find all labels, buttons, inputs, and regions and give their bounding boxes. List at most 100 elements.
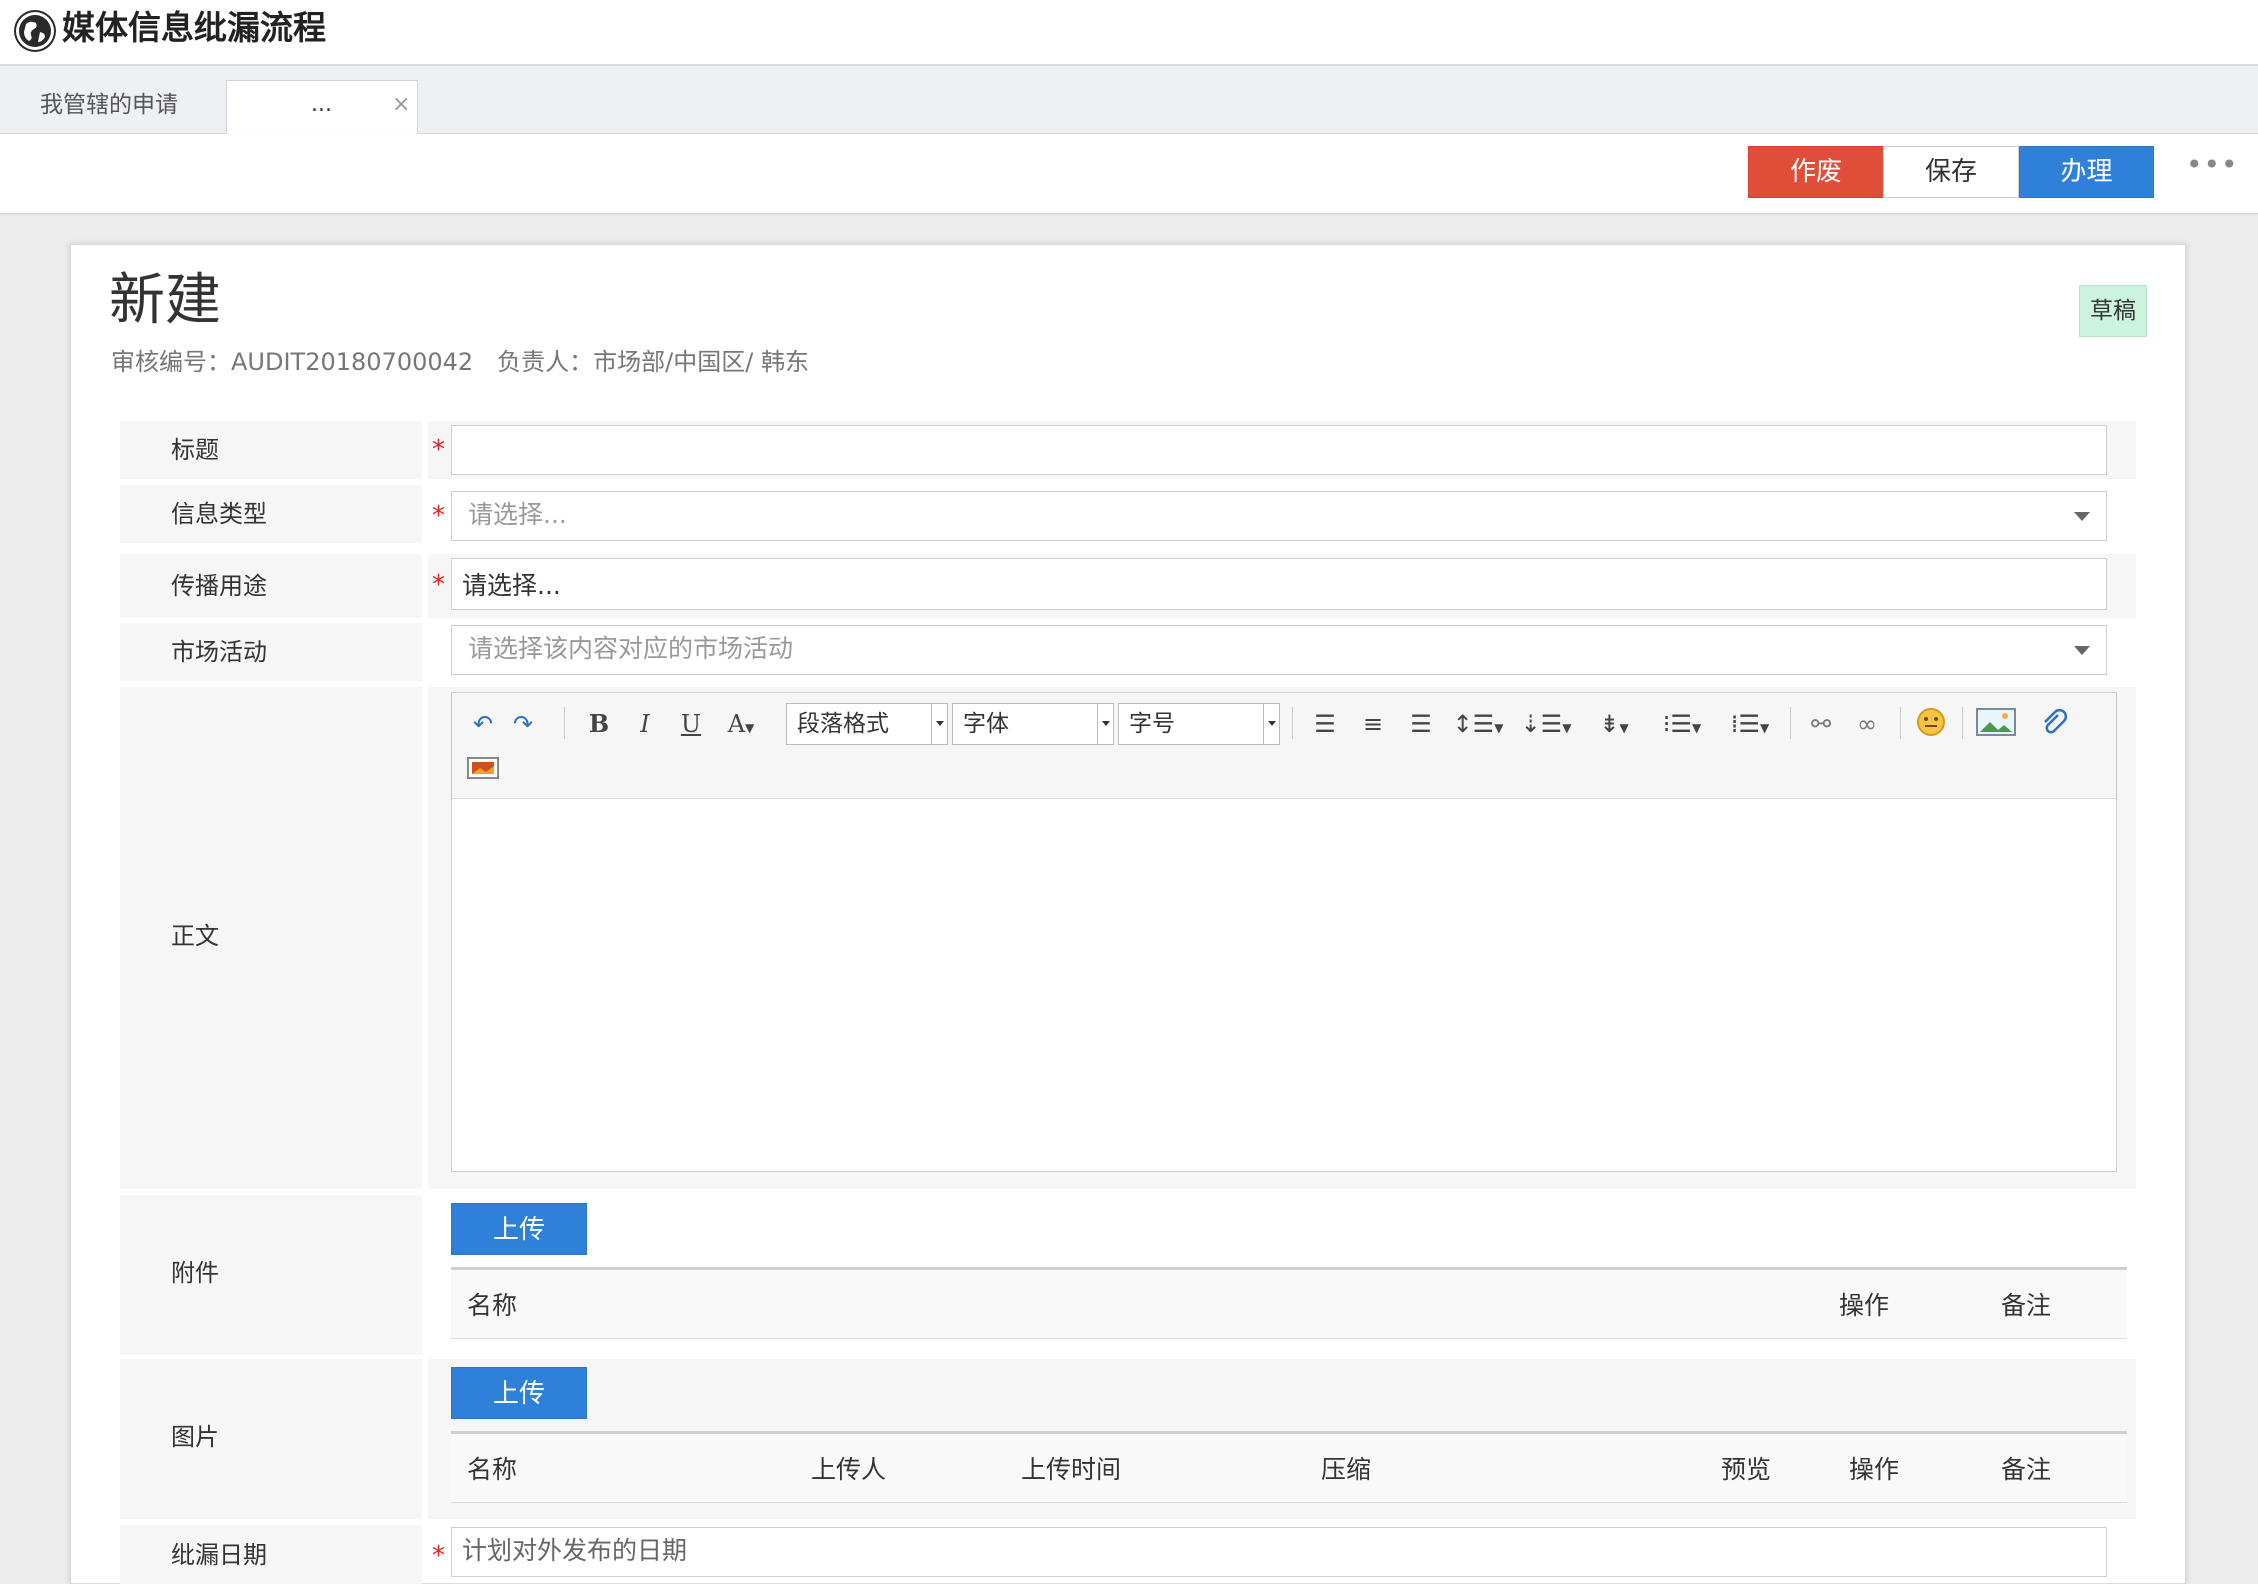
attachment-label: 附件	[171, 1259, 219, 1287]
column-header: 操作	[1849, 1455, 1900, 1484]
attachment-upload-button[interactable]: 上传	[451, 1203, 587, 1255]
align-right-icon[interactable]: ☰	[1404, 707, 1438, 741]
save-button[interactable]: 保存	[1883, 146, 2019, 198]
emoji-icon[interactable]	[1914, 707, 1948, 741]
required-mark: *	[432, 501, 445, 531]
required-mark: *	[432, 435, 445, 465]
ordered-list-icon[interactable]: ⁝☰▼	[1656, 707, 1708, 741]
title-label-cell: 标题	[120, 421, 422, 479]
date-placeholder: 计划对外发布的日期	[462, 1536, 688, 1565]
column-header: 压缩	[1321, 1455, 1372, 1484]
column-header: 上传时间	[1021, 1455, 1122, 1484]
paragraph-spacing-icon[interactable]: ⇟▼	[1588, 707, 1640, 741]
date-label: 纰漏日期	[171, 1541, 267, 1569]
unlink-icon[interactable]: ⚯	[1804, 707, 1838, 741]
indent-icon[interactable]: ⇣☰▼	[1520, 707, 1572, 741]
toolbar-divider	[564, 707, 565, 739]
image-table-header: 名称 上传人 上传时间 压缩 预览 操作 备注	[451, 1431, 2127, 1503]
globe-logo-icon	[14, 10, 56, 52]
font-label: 字体	[963, 711, 1009, 737]
info-type-label-cell: 信息类型	[120, 485, 422, 543]
rich-text-editor: ↶ ↷ B I U A▼ 段落格式 字体 字号 ☰ ≡ ☰ ↕☰▼ ⇣☰▼ ⇟▼…	[451, 692, 2117, 1172]
page-title: 新建	[109, 268, 221, 333]
purpose-label: 传播用途	[171, 572, 267, 600]
void-button[interactable]: 作废	[1748, 146, 1884, 198]
underline-icon[interactable]: U	[674, 707, 708, 741]
tab-bar: 我管辖的申请 ... ×	[0, 66, 2258, 135]
image-upload-button[interactable]: 上传	[451, 1367, 587, 1419]
info-type-placeholder: 请选择...	[468, 500, 567, 529]
title-label: 标题	[171, 436, 219, 464]
info-type-select[interactable]: 请选择...	[451, 491, 2107, 541]
font-color-icon[interactable]: A▼	[718, 707, 764, 741]
paragraph-format-label: 段落格式	[797, 711, 889, 737]
date-input[interactable]: 计划对外发布的日期	[451, 1527, 2107, 1577]
audit-number: 审核编号：AUDIT20180700042	[111, 348, 474, 376]
toolbar-divider	[1900, 707, 1901, 739]
redo-icon[interactable]: ↷	[506, 707, 540, 741]
attachment-table-header: 名称 操作 备注	[451, 1267, 2127, 1339]
purpose-label-cell: 传播用途	[120, 554, 422, 618]
italic-icon[interactable]: I	[628, 707, 662, 741]
align-center-icon[interactable]: ≡	[1356, 707, 1390, 741]
undo-icon[interactable]: ↶	[466, 707, 500, 741]
close-icon[interactable]: ×	[392, 85, 410, 125]
dropdown-arrow-icon	[1263, 704, 1279, 744]
column-header: 名称	[467, 1291, 518, 1320]
more-icon[interactable]: •••	[2186, 150, 2238, 194]
tab-my-applications[interactable]: 我管辖的申请	[0, 76, 226, 134]
attachment-label-cell: 附件	[120, 1195, 422, 1355]
font-select[interactable]: 字体	[952, 703, 1114, 745]
app-title: 媒体信息纰漏流程	[62, 8, 326, 47]
column-header: 上传人	[811, 1455, 887, 1484]
body-label-cell: 正文	[120, 687, 422, 1189]
image-label: 图片	[171, 1423, 219, 1451]
body-label: 正文	[171, 922, 219, 950]
image-icon[interactable]	[1974, 707, 2018, 741]
campaign-select[interactable]: 请选择该内容对应的市场活动	[451, 625, 2107, 675]
paragraph-format-select[interactable]: 段落格式	[786, 703, 948, 745]
owner: 负责人：市场部/中国区/ 韩东	[497, 348, 809, 376]
attachment-icon[interactable]	[2036, 707, 2070, 741]
column-header: 备注	[2001, 1291, 2052, 1320]
image-label-cell: 图片	[120, 1359, 422, 1519]
campaign-placeholder: 请选择该内容对应的市场活动	[468, 634, 794, 663]
chevron-down-icon	[2074, 646, 2090, 655]
toolbar-divider	[1292, 707, 1293, 739]
date-label-cell: 纰漏日期	[120, 1525, 422, 1584]
toolbar-divider	[1790, 707, 1791, 739]
title-input[interactable]	[451, 425, 2107, 475]
campaign-label-cell: 市场活动	[120, 623, 422, 681]
line-height-icon[interactable]: ↕☰▼	[1452, 707, 1504, 741]
required-mark: *	[432, 570, 445, 600]
video-icon[interactable]	[466, 755, 500, 789]
chevron-down-icon	[2074, 512, 2090, 521]
tab-current-label: ...	[311, 92, 332, 117]
doc-meta: 审核编号：AUDIT20180700042 负责人：市场部/中国区/ 韩东	[111, 345, 833, 379]
editor-content-area[interactable]	[452, 799, 2116, 1171]
tab-current[interactable]: ... ×	[226, 80, 418, 135]
font-size-label: 字号	[1129, 711, 1175, 737]
required-mark: *	[432, 1541, 445, 1571]
handle-button[interactable]: 办理	[2019, 146, 2154, 198]
purpose-placeholder: 请选择...	[462, 571, 561, 600]
info-type-label: 信息类型	[171, 500, 267, 528]
app-header: 媒体信息纰漏流程	[0, 0, 2258, 66]
column-header: 名称	[467, 1455, 518, 1484]
column-header: 备注	[2001, 1455, 2052, 1484]
bold-icon[interactable]: B	[582, 707, 616, 741]
dropdown-arrow-icon	[931, 704, 947, 744]
status-badge: 草稿	[2079, 285, 2147, 337]
align-left-icon[interactable]: ☰	[1308, 707, 1342, 741]
action-bar: 作废 保存 办理 •••	[0, 134, 2258, 214]
font-size-select[interactable]: 字号	[1118, 703, 1280, 745]
toolbar-divider	[1962, 707, 1963, 739]
purpose-select[interactable]: 请选择...	[451, 558, 2107, 610]
editor-toolbar: ↶ ↷ B I U A▼ 段落格式 字体 字号 ☰ ≡ ☰ ↕☰▼ ⇣☰▼ ⇟▼…	[452, 693, 2116, 799]
column-header: 预览	[1721, 1455, 1772, 1484]
link-icon[interactable]: ∞	[1850, 707, 1884, 741]
dropdown-arrow-icon	[1097, 704, 1113, 744]
column-header: 操作	[1839, 1291, 1890, 1320]
form-card: 新建 审核编号：AUDIT20180700042 负责人：市场部/中国区/ 韩东 …	[70, 244, 2186, 1584]
unordered-list-icon[interactable]: ⁞☰▼	[1724, 707, 1776, 741]
